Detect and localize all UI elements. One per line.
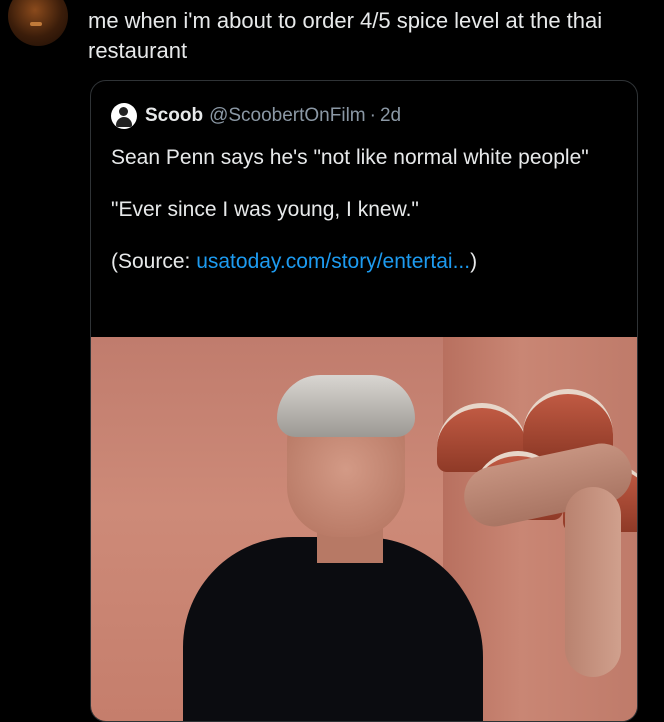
avatar-detail [30, 22, 42, 26]
quoted-post-source: (Source: usatoday.com/story/entertai...) [111, 247, 611, 277]
source-link[interactable]: usatoday.com/story/entertai... [196, 250, 470, 273]
quoted-post-timestamp[interactable]: 2d [380, 105, 401, 127]
quoted-post-line-2: "Ever since I was young, I knew." [111, 198, 419, 221]
source-suffix: ) [470, 250, 478, 273]
quoted-post-body: Sean Penn says he's "not like normal whi… [111, 143, 611, 299]
photo-forearm [565, 487, 621, 677]
quoted-author-handle[interactable]: @ScoobertOnFilm [209, 105, 366, 127]
photo-hair [277, 375, 415, 437]
quoted-post-photo[interactable] [91, 337, 637, 721]
quoted-author-avatar-icon[interactable] [111, 103, 137, 129]
quoted-post-header: Scoob @ScoobertOnFilm · 2d [111, 103, 401, 129]
post-text: me when i'm about to order 4/5 spice lev… [88, 8, 603, 63]
photo-shirt [183, 537, 483, 721]
quoted-author-name[interactable]: Scoob [145, 105, 203, 127]
user-avatar[interactable] [8, 0, 68, 46]
quoted-post-line-1: Sean Penn says he's "not like normal whi… [111, 146, 589, 169]
timestamp-separator: · [369, 105, 376, 126]
quoted-post-card[interactable]: Scoob @ScoobertOnFilm · 2d Sean Penn say… [90, 80, 638, 722]
source-prefix: (Source: [111, 250, 197, 273]
